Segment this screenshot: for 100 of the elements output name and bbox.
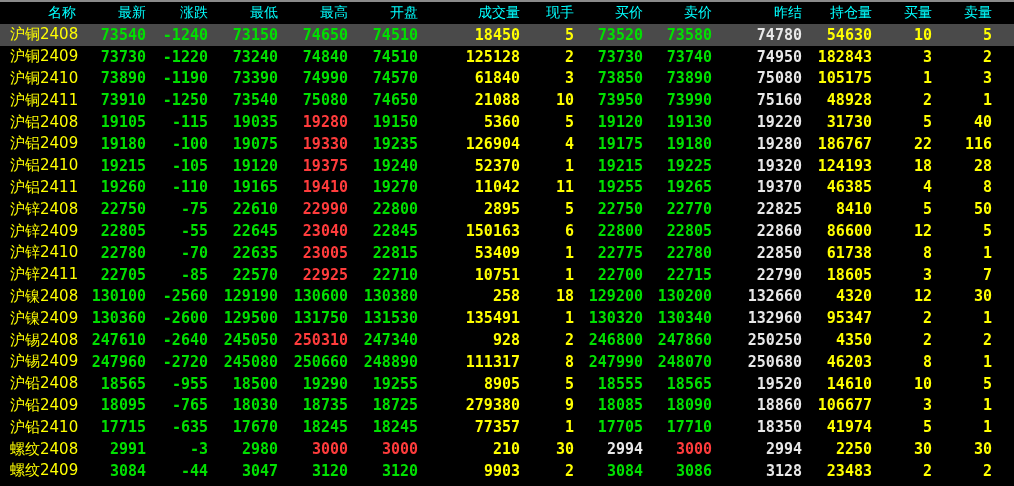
quote-row[interactable]: 沪铝2410 19215 -105 19120 19375 19240 52370 1 19215 19225 19320 124193 18 28 (0, 154, 1014, 177)
column-header[interactable]: 现手 (520, 4, 574, 22)
table-cell-text: 7 (981, 265, 992, 284)
quote-row[interactable]: 沪铅2408 18565 -955 18500 19290 19255 8905 5 18555 18565 19520 14610 10 5 (0, 372, 1014, 395)
table-cell-text: 74650 (371, 91, 418, 110)
column-header[interactable]: 卖价 (643, 4, 712, 22)
table-cell-text: 22645 (231, 222, 278, 241)
table-cell-text: 129190 (222, 287, 278, 306)
column-header[interactable]: 最低 (208, 4, 278, 22)
table-cell-text: 130360 (90, 309, 146, 328)
column-header[interactable]: 持仓量 (802, 4, 872, 22)
table-cell-text: -765 (170, 396, 208, 415)
column-header[interactable]: 买价 (574, 4, 643, 22)
table-cell-text: 73910 (99, 91, 146, 110)
table-cell-text: 19180 (99, 134, 146, 153)
quote-row[interactable]: 沪锌2411 22705 -85 22570 22925 22710 10751 1 22700 22715 22790 18605 3 7 (0, 263, 1014, 286)
table-cell-text: 11 (554, 178, 574, 197)
column-header[interactable]: 最高 (278, 4, 348, 22)
table-cell-text: 18555 (596, 374, 643, 393)
table-cell-text: 19330 (301, 134, 348, 153)
table-cell-text: 6 (563, 222, 574, 241)
table-cell-text: 74950 (755, 47, 802, 66)
contract-name: 沪铜2411 (9, 90, 76, 110)
table-cell-text: 19105 (99, 113, 146, 132)
table-cell-text: 22990 (301, 200, 348, 219)
column-header[interactable]: 卖量 (932, 4, 992, 22)
column-header[interactable]: 名称 (0, 4, 76, 22)
table-cell-text: 73890 (665, 69, 712, 88)
table-cell-text: 126904 (464, 134, 520, 153)
quote-row[interactable]: 沪铝2411 19260 -110 19165 19410 19270 11042 11 19255 19265 19370 46385 4 8 (0, 176, 1014, 199)
table-cell-text: 18 (554, 287, 574, 306)
table-cell-text: -100 (170, 134, 208, 153)
contract-name: 螺纹2409 (9, 461, 76, 481)
quote-row[interactable]: 沪铝2408 19105 -115 19035 19280 19150 5360 5 19120 19130 19220 31730 5 40 (0, 111, 1014, 133)
table-cell-text: 19255 (371, 374, 418, 393)
table-cell-text: 73990 (665, 91, 712, 110)
quote-row[interactable]: 沪铝2409 19180 -100 19075 19330 19235 126904 4 19175 19180 19280 186767 22 116 (0, 133, 1014, 155)
table-cell-text: 95347 (825, 309, 872, 328)
table-cell-text: 19120 (596, 113, 643, 132)
table-cell-text: -2560 (161, 287, 208, 306)
column-header[interactable]: 涨跌 (146, 4, 208, 22)
table-cell-text: 3 (921, 265, 932, 284)
column-header[interactable]: 最新 (76, 4, 146, 22)
table-cell-text: 130380 (362, 287, 418, 306)
quote-row[interactable]: 沪锡2408 247610 -2640 245050 250310 247340 928 2 246800 247860 250250 4350 2 2 (0, 329, 1014, 351)
table-cell-text: 19175 (596, 134, 643, 153)
table-cell-text: 73850 (596, 69, 643, 88)
quote-row[interactable]: 沪铜2410 73890 -1190 73390 74990 74570 61840 3 73850 73890 75080 105175 1 3 (0, 67, 1014, 90)
quote-row[interactable]: 沪铅2410 17715 -635 17670 18245 18245 77357 1 17705 17710 18350 41974 5 1 (0, 416, 1014, 439)
table-cell-text: 1 (563, 156, 574, 175)
table-cell-text: 22710 (371, 265, 418, 284)
table-cell-text: 130320 (587, 309, 643, 328)
column-header[interactable]: 开盘 (348, 4, 418, 22)
table-cell-text: 3047 (240, 461, 278, 480)
table-cell-text: 74510 (371, 25, 418, 44)
column-header[interactable]: 买量 (872, 4, 932, 22)
table-cell-text: 46385 (825, 178, 872, 197)
table-cell-text: 19120 (231, 156, 278, 175)
quote-row[interactable]: 沪铜2411 73910 -1250 73540 75080 74650 21088 10 73950 73990 75160 48928 2 1 (0, 89, 1014, 112)
quote-row[interactable]: 螺纹2408 2991 -3 2980 3000 3000 210 30 2994 3000 2994 2250 30 30 (0, 438, 1014, 460)
table-cell-text: 131750 (292, 309, 348, 328)
table-cell-text: 116 (963, 134, 992, 153)
quote-row[interactable]: 沪铜2409 73730 -1220 73240 74840 74510 125128 2 73730 73740 74950 182843 3 2 (0, 45, 1014, 68)
table-cell-text: 4350 (834, 331, 872, 350)
table-cell-text: 1 (981, 396, 992, 415)
table-cell-text: 74650 (301, 25, 348, 44)
table-cell-text: 19215 (596, 156, 643, 175)
quote-row[interactable]: 沪锌2409 22805 -55 22645 23040 22845 150163 6 22800 22805 22860 86600 12 5 (0, 220, 1014, 242)
quote-row[interactable]: 沪镍2409 130360 -2600 129500 131750 131530 135491 1 130320 130340 132960 95347 2 1 (0, 307, 1014, 330)
table-cell-text: 250680 (746, 352, 802, 371)
table-cell-text: 129200 (587, 287, 643, 306)
column-header[interactable]: 昨结 (712, 4, 802, 22)
table-cell-text: 928 (491, 331, 520, 350)
table-cell-text: -55 (179, 222, 208, 241)
table-cell-text: 2 (981, 331, 992, 350)
table-cell-text: -110 (170, 178, 208, 197)
column-header[interactable]: 成交量 (418, 4, 520, 22)
quote-row[interactable]: 沪锡2409 247960 -2720 245080 250660 248890 111317 8 247990 248070 250680 46203 8 1 (0, 350, 1014, 373)
table-cell-text: 11042 (473, 178, 520, 197)
table-cell-text: 74510 (371, 47, 418, 66)
quote-row[interactable]: 沪锌2410 22780 -70 22635 23005 22815 53409 1 22775 22780 22850 61738 8 1 (0, 241, 1014, 264)
table-cell-text: 3128 (764, 461, 802, 480)
table-cell-text: 31730 (825, 113, 872, 132)
table-cell-text: -44 (179, 461, 208, 480)
table-cell-text: 8 (563, 352, 574, 371)
quote-row[interactable]: 沪铜2408 73540 -1240 73150 74650 74510 18450 5 73520 73580 74780 54630 10 5 (0, 24, 1014, 46)
table-cell-text: 1 (981, 309, 992, 328)
quote-row[interactable]: 沪铅2409 18095 -765 18030 18735 18725 279380 9 18085 18090 18860 106677 3 1 (0, 394, 1014, 417)
table-cell-text: 2 (921, 461, 932, 480)
table-cell-text: 22825 (755, 200, 802, 219)
table-cell-text: 19410 (301, 178, 348, 197)
quote-row[interactable]: 沪镍2408 130100 -2560 129190 130600 130380 258 18 129200 130200 132660 4320 12 30 (0, 285, 1014, 308)
quote-row[interactable]: 螺纹2409 3084 -44 3047 3120 3120 9903 2 3084 3086 3128 23483 2 2 (0, 459, 1014, 482)
table-cell-text: 132960 (746, 309, 802, 328)
quote-row[interactable]: 沪锌2408 22750 -75 22610 22990 22800 2895 5 22750 22770 22825 8410 5 50 (0, 198, 1014, 221)
table-cell-text: 3084 (605, 461, 643, 480)
table-cell-text: 5360 (482, 113, 520, 132)
table-cell-text: 12 (912, 222, 932, 241)
table-cell-text: 19280 (755, 134, 802, 153)
table-cell-text: 73540 (231, 91, 278, 110)
